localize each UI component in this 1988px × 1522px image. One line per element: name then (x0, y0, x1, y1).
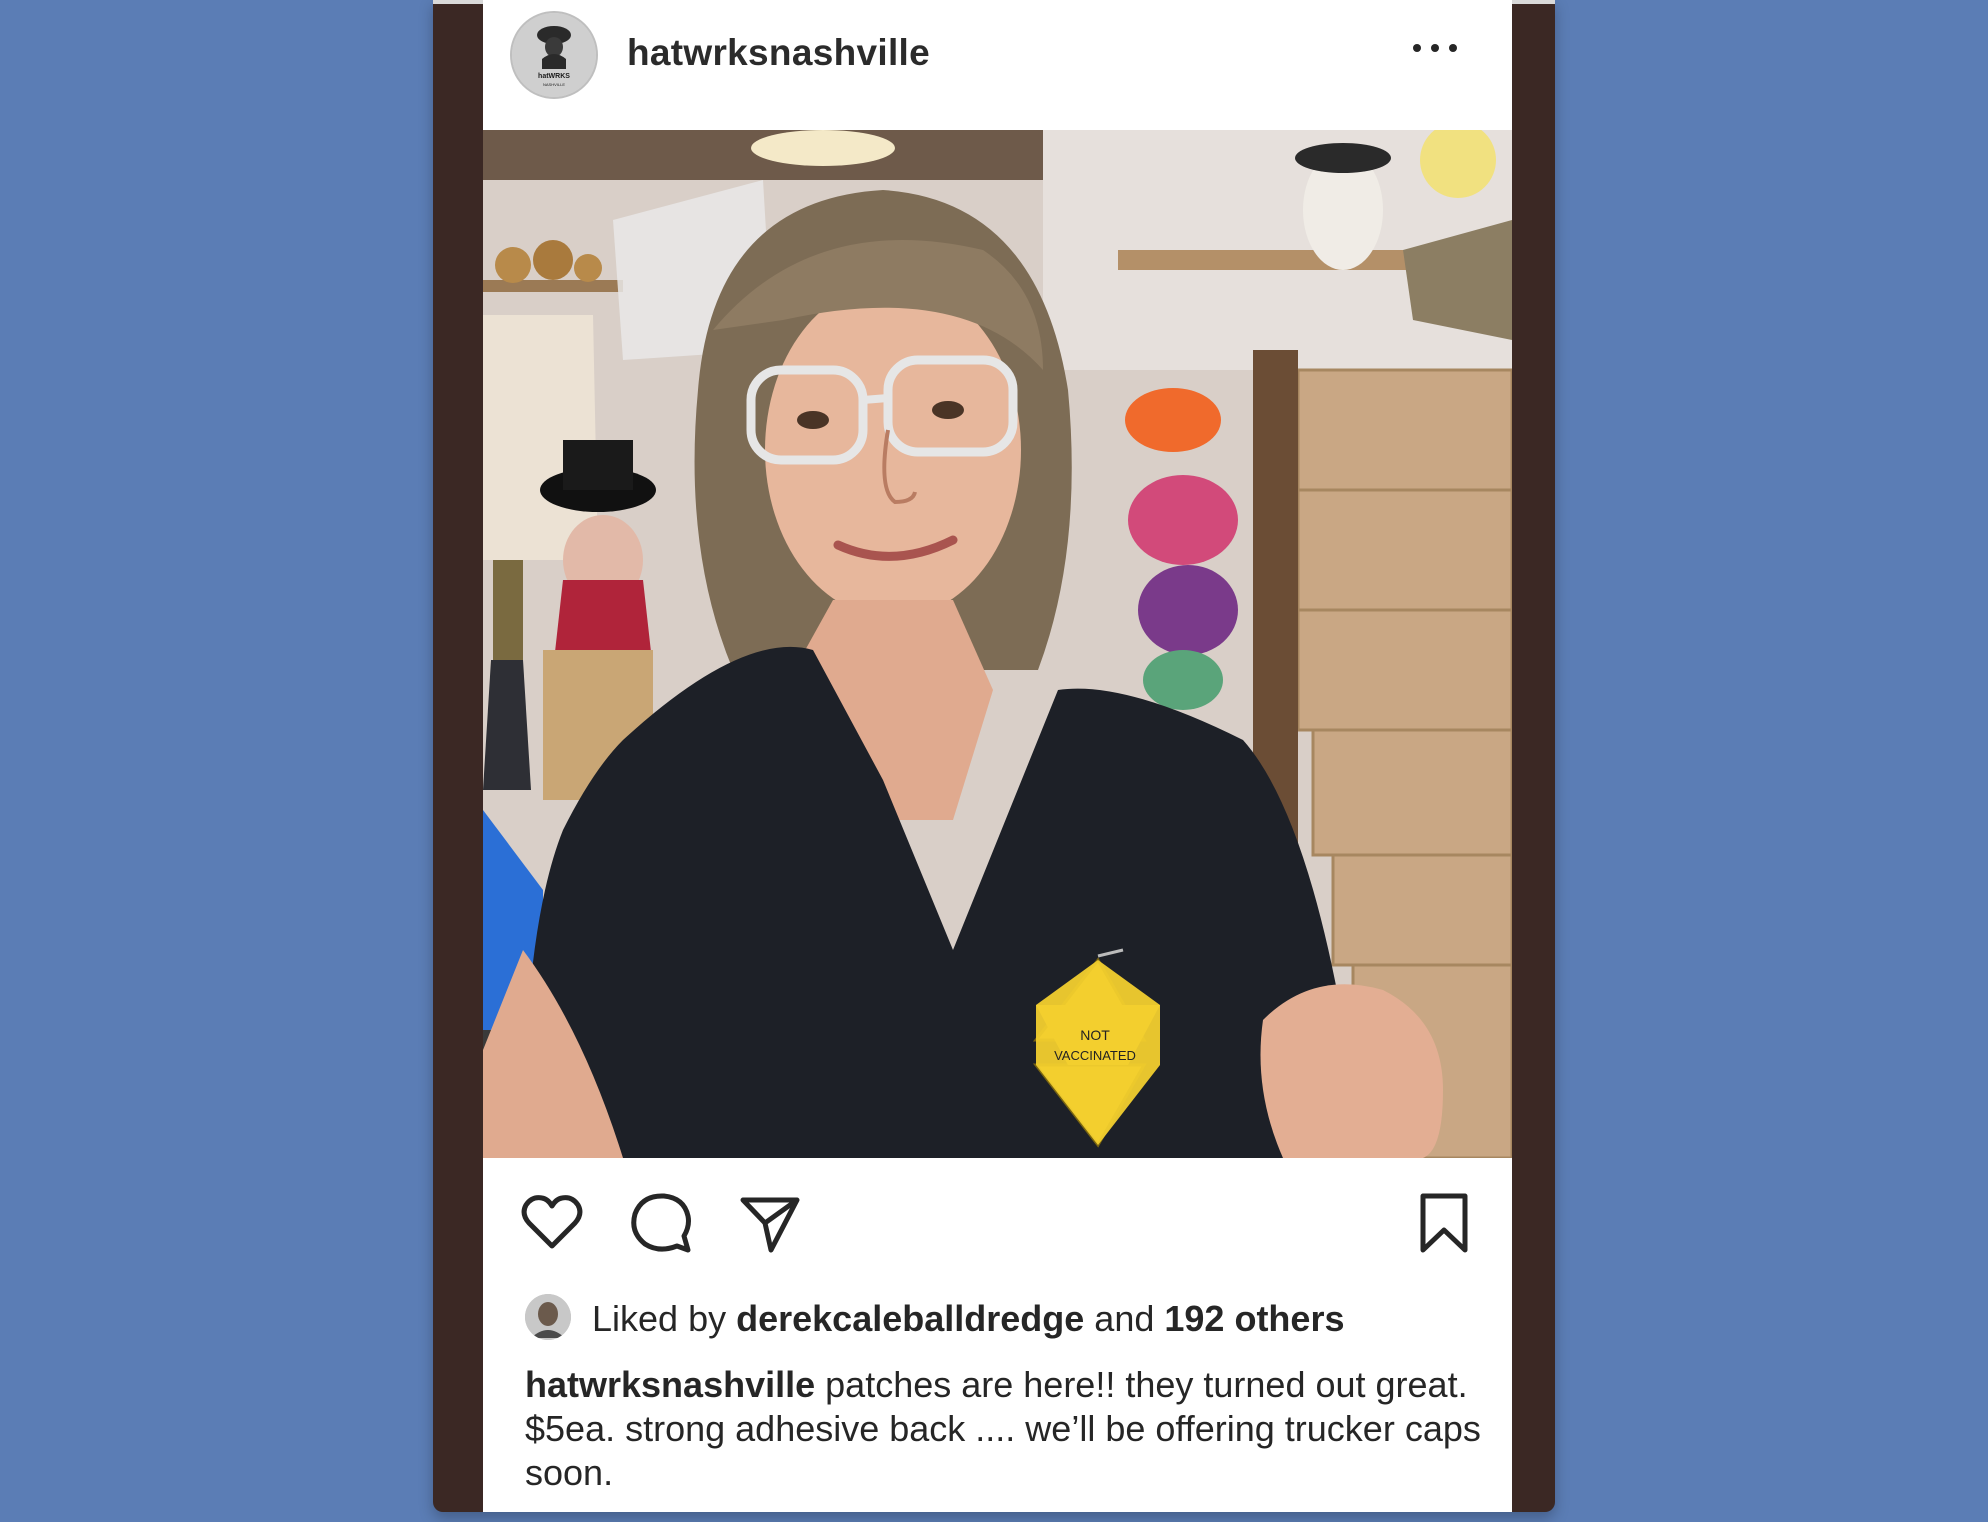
paper-plane-icon[interactable] (737, 1190, 803, 1256)
action-bar (483, 1190, 1512, 1260)
caption-username[interactable]: hatwrksnashville (525, 1364, 815, 1405)
logo-text: hatWRKS (538, 73, 570, 80)
patch-text-line1: NOT (1080, 1027, 1110, 1043)
instagram-post: hatWRKS NASHVILLE hatwrksnashville NOT V… (483, 0, 1512, 1512)
profile-avatar[interactable]: hatWRKS NASHVILLE (510, 11, 598, 99)
liker-avatar[interactable] (525, 1294, 571, 1340)
comment-icon[interactable] (628, 1190, 694, 1256)
patch-text-line2: VACCINATED (1054, 1048, 1136, 1063)
bookmark-icon[interactable] (1411, 1190, 1477, 1256)
photo-illustration: NOT VACCINATED (483, 130, 1512, 1158)
post-username[interactable]: hatwrksnashville (627, 32, 930, 74)
logo-subtext: NASHVILLE (543, 82, 565, 87)
post-caption: hatwrksnashville patches are here!! they… (525, 1363, 1485, 1495)
heart-icon[interactable] (519, 1190, 585, 1256)
likes-summary: Liked by derekcaleballdredge and 192 oth… (525, 1294, 1505, 1342)
likes-prefix: Liked by (592, 1298, 727, 1339)
hatwrks-logo-icon: hatWRKS NASHVILLE (512, 13, 596, 97)
likes-others-link[interactable]: 192 others (1164, 1298, 1344, 1339)
more-options-icon[interactable] (1410, 38, 1460, 58)
post-header: hatWRKS NASHVILLE hatwrksnashville (483, 0, 1512, 128)
liker-username[interactable]: derekcaleballdredge (736, 1298, 1084, 1339)
post-photo[interactable]: NOT VACCINATED (483, 130, 1512, 1158)
likes-and: and (1094, 1298, 1155, 1339)
